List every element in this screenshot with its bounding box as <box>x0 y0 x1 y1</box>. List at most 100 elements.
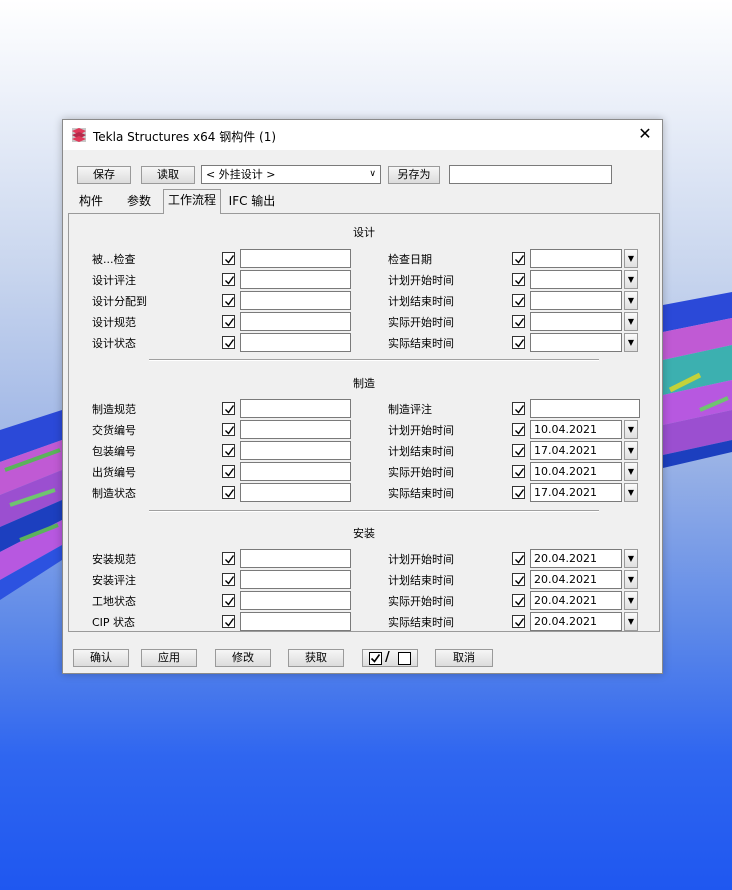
design-right-checkbox[interactable] <box>512 273 525 286</box>
save-as-name-input[interactable] <box>449 165 612 184</box>
close-icon[interactable]: ✕ <box>636 124 654 144</box>
design-right-field[interactable] <box>530 333 622 352</box>
tab-workflow[interactable]: 工作流程 <box>163 189 221 214</box>
erection-right-checkbox[interactable] <box>512 552 525 565</box>
erection-right-checkbox[interactable] <box>512 594 525 607</box>
fabrication-right-label: 实际开始时间 <box>388 466 454 479</box>
erection-right-checkbox[interactable] <box>512 615 525 628</box>
fabrication-right-checkbox[interactable] <box>512 423 525 436</box>
design-right-checkbox[interactable] <box>512 294 525 307</box>
design-left-checkbox[interactable] <box>222 273 235 286</box>
apply-button[interactable]: 应用 <box>141 649 197 667</box>
erection-right-label: 实际结束时间 <box>388 616 454 629</box>
fabrication-right-field[interactable]: 17.04.2021 <box>530 483 622 502</box>
tab-parameters[interactable]: 参数 <box>119 191 159 213</box>
erection-left-checkbox[interactable] <box>222 615 235 628</box>
fabrication-right-field[interactable]: 10.04.2021 <box>530 420 622 439</box>
tekla-logo-icon <box>71 127 87 143</box>
toggle-all-button[interactable]: / <box>362 649 418 667</box>
tab-ifc-export[interactable]: IFC 输出 <box>225 191 279 213</box>
fabrication-left-field[interactable] <box>240 420 351 439</box>
date-dropdown-icon[interactable]: ▼ <box>624 570 638 589</box>
date-dropdown-icon[interactable]: ▼ <box>624 291 638 310</box>
fabrication-left-checkbox[interactable] <box>222 444 235 457</box>
design-left-checkbox[interactable] <box>222 315 235 328</box>
fabrication-right-field[interactable]: 10.04.2021 <box>530 462 622 481</box>
erection-section-title: 安装 <box>353 527 375 540</box>
save-button[interactable]: 保存 <box>77 166 131 184</box>
fabrication-right-label: 计划结束时间 <box>388 445 454 458</box>
fabrication-right-label: 实际结束时间 <box>388 487 454 500</box>
fabrication-right-checkbox[interactable] <box>512 486 525 499</box>
erection-left-field[interactable] <box>240 591 351 610</box>
design-right-field[interactable] <box>530 291 622 310</box>
date-dropdown-icon[interactable]: ▼ <box>624 333 638 352</box>
fabrication-left-field[interactable] <box>240 483 351 502</box>
date-dropdown-icon[interactable]: ▼ <box>624 549 638 568</box>
ok-button[interactable]: 确认 <box>73 649 129 667</box>
fabrication-left-checkbox[interactable] <box>222 402 235 415</box>
fabrication-left-field[interactable] <box>240 462 351 481</box>
date-dropdown-icon[interactable]: ▼ <box>624 462 638 481</box>
design-right-field[interactable] <box>530 249 622 268</box>
date-dropdown-icon[interactable]: ▼ <box>624 591 638 610</box>
design-left-checkbox[interactable] <box>222 252 235 265</box>
erection-right-field[interactable]: 20.04.2021 <box>530 549 622 568</box>
erection-left-field[interactable] <box>240 549 351 568</box>
erection-left-field[interactable] <box>240 612 351 631</box>
title-bar: Tekla Structures x64 钢构件 (1) ✕ <box>63 120 662 150</box>
fabrication-left-checkbox[interactable] <box>222 486 235 499</box>
cancel-button[interactable]: 取消 <box>435 649 493 667</box>
date-dropdown-icon[interactable]: ▼ <box>624 249 638 268</box>
fabrication-right-field[interactable] <box>530 399 640 418</box>
section-separator <box>149 359 599 361</box>
erection-right-field[interactable]: 20.04.2021 <box>530 591 622 610</box>
fabrication-left-field[interactable] <box>240 441 351 460</box>
design-left-checkbox[interactable] <box>222 336 235 349</box>
fabrication-left-checkbox[interactable] <box>222 465 235 478</box>
design-right-checkbox[interactable] <box>512 315 525 328</box>
date-dropdown-icon[interactable]: ▼ <box>624 312 638 331</box>
date-dropdown-icon[interactable]: ▼ <box>624 612 638 631</box>
design-right-checkbox[interactable] <box>512 336 525 349</box>
design-section-title: 设计 <box>353 226 375 239</box>
date-dropdown-icon[interactable]: ▼ <box>624 441 638 460</box>
modify-button[interactable]: 修改 <box>215 649 271 667</box>
design-left-checkbox[interactable] <box>222 294 235 307</box>
erection-left-checkbox[interactable] <box>222 573 235 586</box>
preset-select[interactable]: < 外挂设计 > ∨ <box>201 165 381 184</box>
date-dropdown-icon[interactable]: ▼ <box>624 420 638 439</box>
save-as-button[interactable]: 另存为 <box>388 166 440 184</box>
design-left-field[interactable] <box>240 312 351 331</box>
get-button[interactable]: 获取 <box>288 649 344 667</box>
design-right-checkbox[interactable] <box>512 252 525 265</box>
design-right-label: 实际结束时间 <box>388 337 454 350</box>
fabrication-left-field[interactable] <box>240 399 351 418</box>
design-left-field[interactable] <box>240 291 351 310</box>
tab-part[interactable]: 构件 <box>71 191 111 213</box>
workflow-dialog: Tekla Structures x64 钢构件 (1) ✕ 保存 读取 < 外… <box>62 119 663 674</box>
design-right-field[interactable] <box>530 270 622 289</box>
erection-right-field[interactable]: 20.04.2021 <box>530 570 622 589</box>
design-left-field[interactable] <box>240 333 351 352</box>
erection-right-checkbox[interactable] <box>512 573 525 586</box>
date-dropdown-icon[interactable]: ▼ <box>624 483 638 502</box>
fabrication-right-field[interactable]: 17.04.2021 <box>530 441 622 460</box>
erection-left-checkbox[interactable] <box>222 594 235 607</box>
date-dropdown-icon[interactable]: ▼ <box>624 270 638 289</box>
erection-right-field[interactable]: 20.04.2021 <box>530 612 622 631</box>
erection-left-field[interactable] <box>240 570 351 589</box>
fabrication-right-checkbox[interactable] <box>512 444 525 457</box>
fabrication-right-checkbox[interactable] <box>512 402 525 415</box>
design-left-field[interactable] <box>240 270 351 289</box>
load-button[interactable]: 读取 <box>141 166 195 184</box>
design-right-field[interactable] <box>530 312 622 331</box>
empty-box-icon <box>398 652 411 665</box>
workflow-panel: 设计 被...检查 设计评注 设计分配到 设计规范 设计状态 检查日期 ▼ 计划开始时间 ▼ 计划结… <box>68 213 660 632</box>
design-left-field[interactable] <box>240 249 351 268</box>
checked-box-icon <box>369 652 382 665</box>
erection-left-checkbox[interactable] <box>222 552 235 565</box>
fabrication-left-checkbox[interactable] <box>222 423 235 436</box>
fabrication-right-label: 计划开始时间 <box>388 424 454 437</box>
fabrication-right-checkbox[interactable] <box>512 465 525 478</box>
